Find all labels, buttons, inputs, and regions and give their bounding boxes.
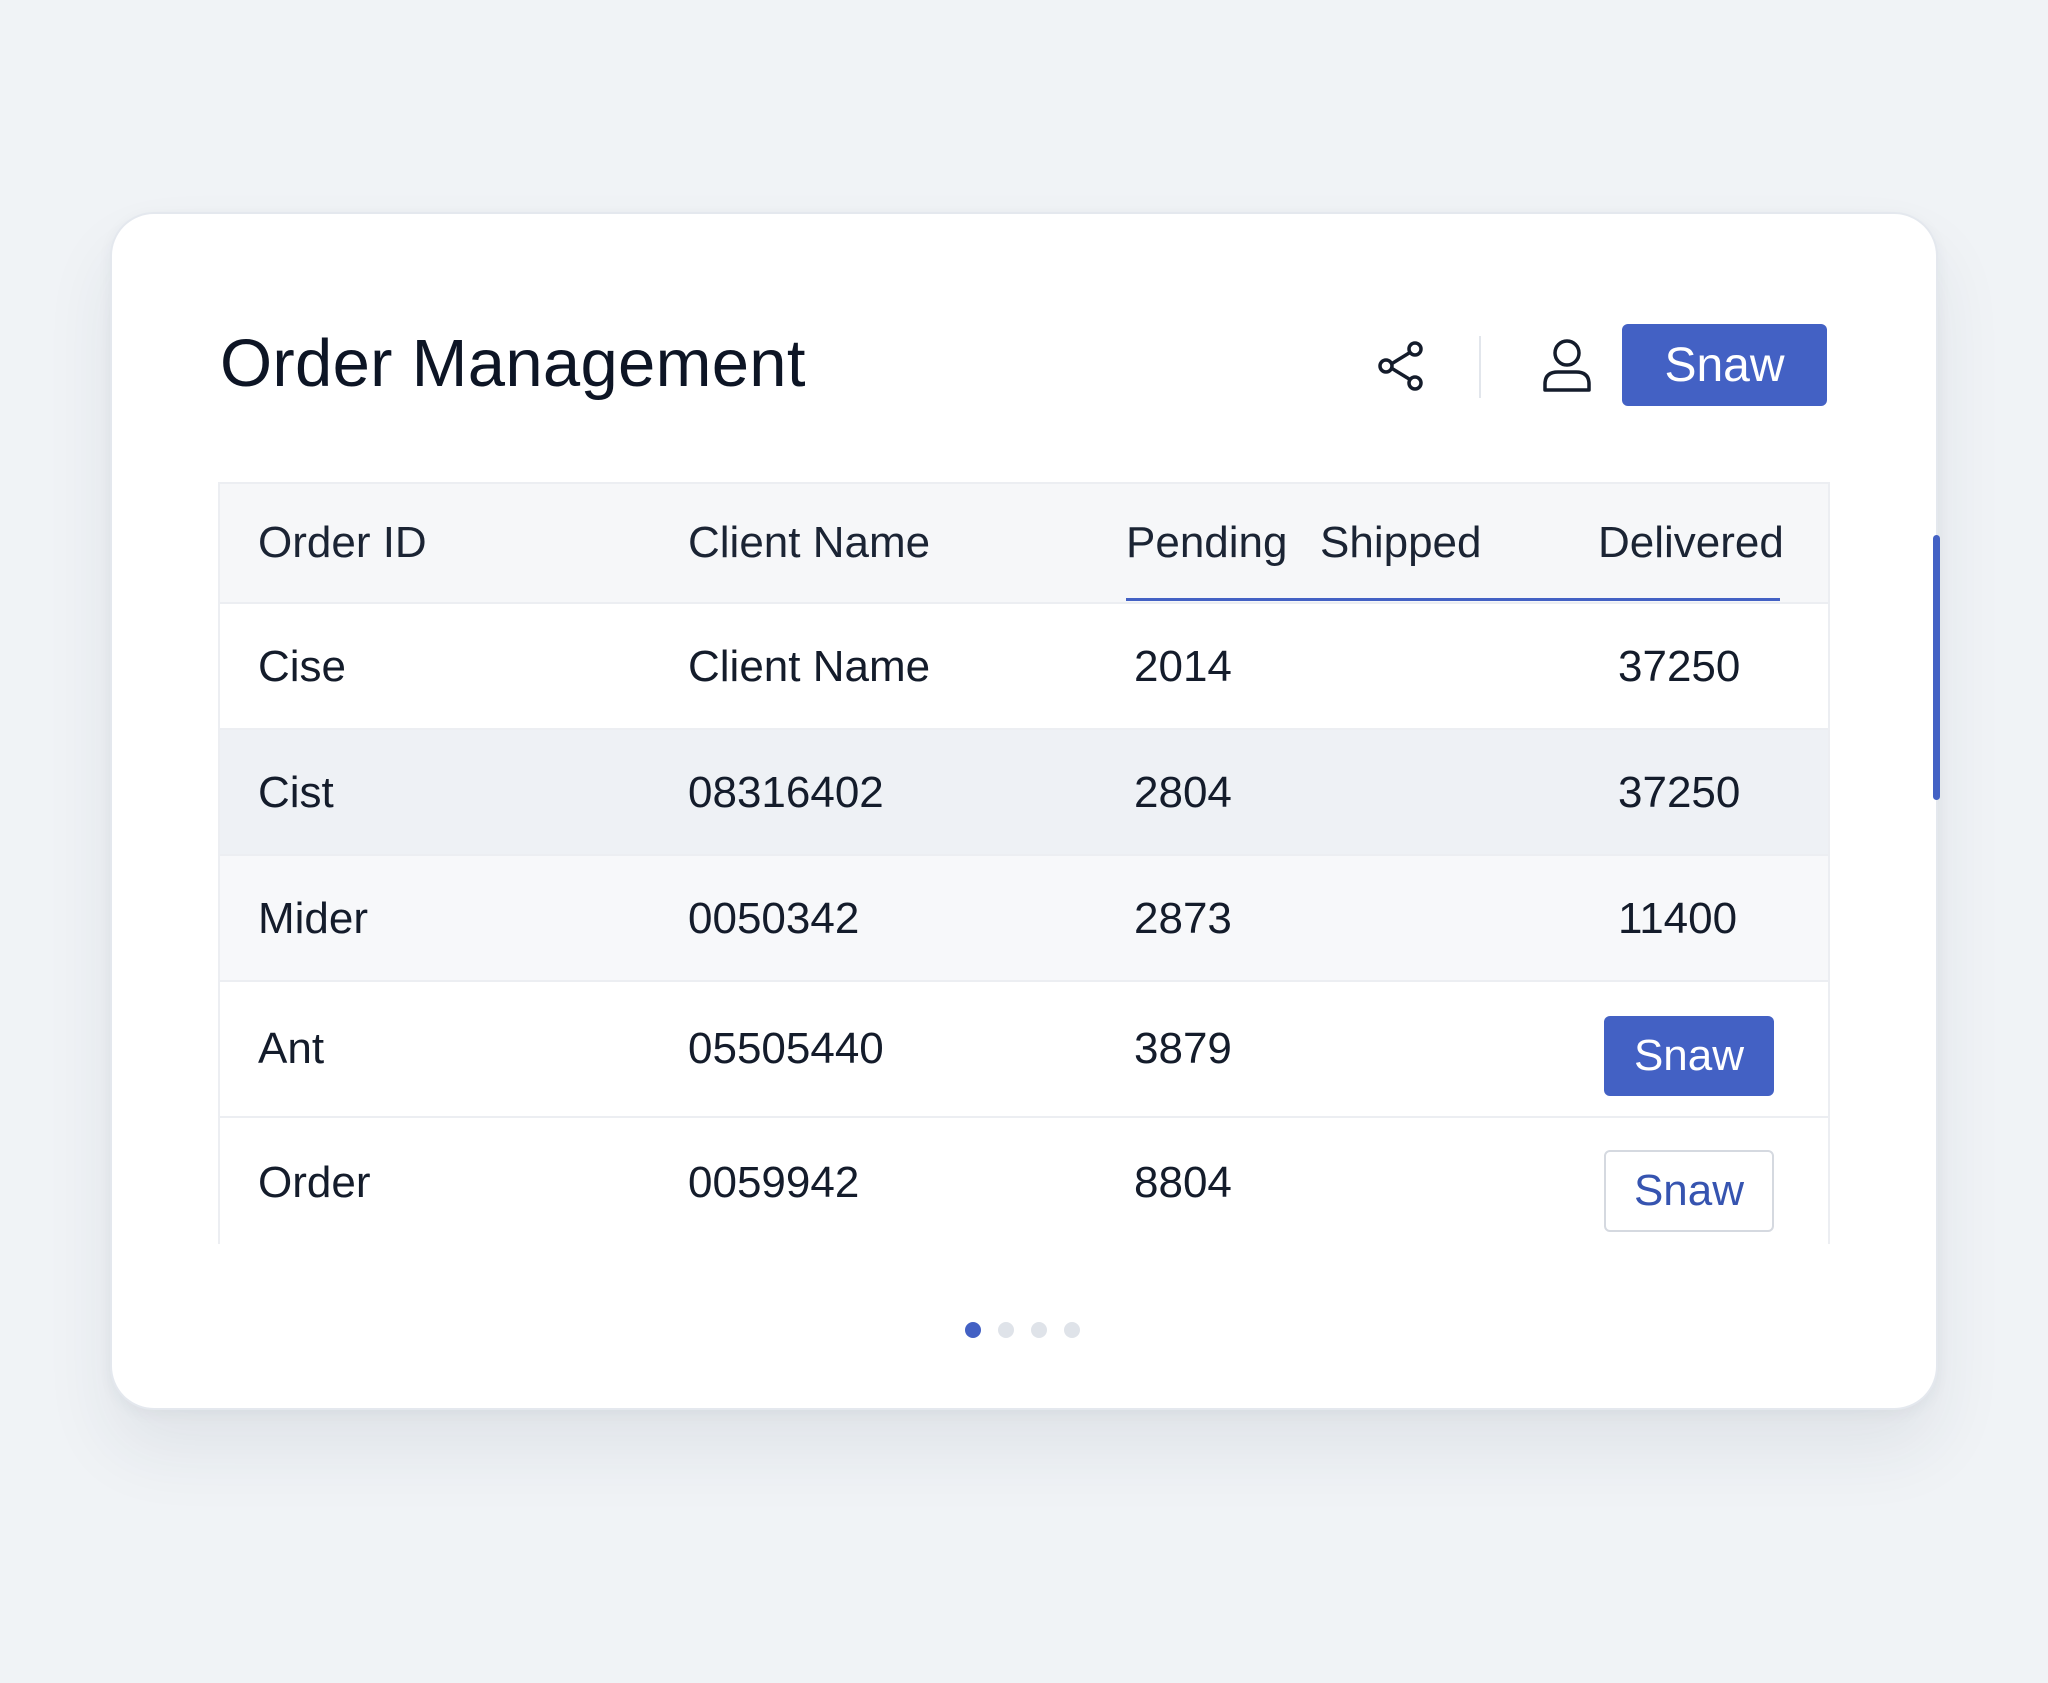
table-row[interactable]: Order 0059942 8804 Snaw [220,1118,1828,1246]
cell-pending: 2873 [1134,894,1232,943]
cell-client: 08316402 [688,768,884,817]
tab-active-indicator [1126,598,1780,601]
vertical-scrollbar[interactable] [1933,535,1940,800]
cell-client: 0050342 [688,894,860,943]
table-row[interactable]: Cist 08316402 2804 37250 [220,730,1828,856]
page-dot-3[interactable] [1031,1322,1047,1338]
cell-order-id: Cise [258,642,347,691]
user-icon[interactable] [1538,336,1596,396]
row-action-button[interactable]: Snaw [1604,1016,1774,1096]
column-header-order-id[interactable]: Order ID [258,516,427,570]
page-dot-4[interactable] [1064,1322,1080,1338]
cell-client: 05505440 [688,1024,884,1073]
cell-pending: 2804 [1134,768,1232,817]
page-dot-2[interactable] [998,1322,1014,1338]
cell-pending: 8804 [1134,1158,1232,1207]
page-title: Order Management [220,326,806,401]
pagination-dots [965,1322,1080,1340]
table-header: Order ID Client Name Pending Shipped Del… [220,484,1828,604]
cell-pending: 2014 [1134,642,1232,691]
tab-shipped[interactable]: Shipped [1320,516,1481,570]
header-divider [1479,336,1481,398]
cell-client: 0059942 [688,1158,860,1207]
row-action-outline-button[interactable]: Snaw [1604,1150,1774,1232]
cell-pending: 3879 [1134,1024,1232,1073]
cell-delivered: 37250 [1618,642,1741,691]
table-row[interactable]: Cise Client Name 2014 37250 [220,604,1828,730]
table-row[interactable]: Mider 0050342 2873 11400 [220,856,1828,982]
column-header-client-name[interactable]: Client Name [688,516,930,570]
page-dot-1[interactable] [965,1322,981,1338]
tab-delivered[interactable]: Delivered [1598,516,1784,570]
cell-order-id: Cist [258,768,334,817]
cell-delivered: 11400 [1618,894,1738,943]
cell-order-id: Ant [258,1024,325,1073]
header-action-button[interactable]: Snaw [1622,324,1827,406]
cell-client: Client Name [688,642,931,691]
share-icon[interactable] [1374,338,1430,394]
cell-order-id: Mider [258,894,369,943]
cell-delivered: 37250 [1618,768,1741,817]
table-row[interactable]: Ant 05505440 3879 Snaw [220,982,1828,1118]
cell-order-id: Order [258,1158,371,1207]
order-management-card: Order Management Snaw Order ID Client Na… [110,212,1938,1410]
tab-pending[interactable]: Pending [1126,516,1287,570]
orders-table: Order ID Client Name Pending Shipped Del… [218,482,1830,1246]
